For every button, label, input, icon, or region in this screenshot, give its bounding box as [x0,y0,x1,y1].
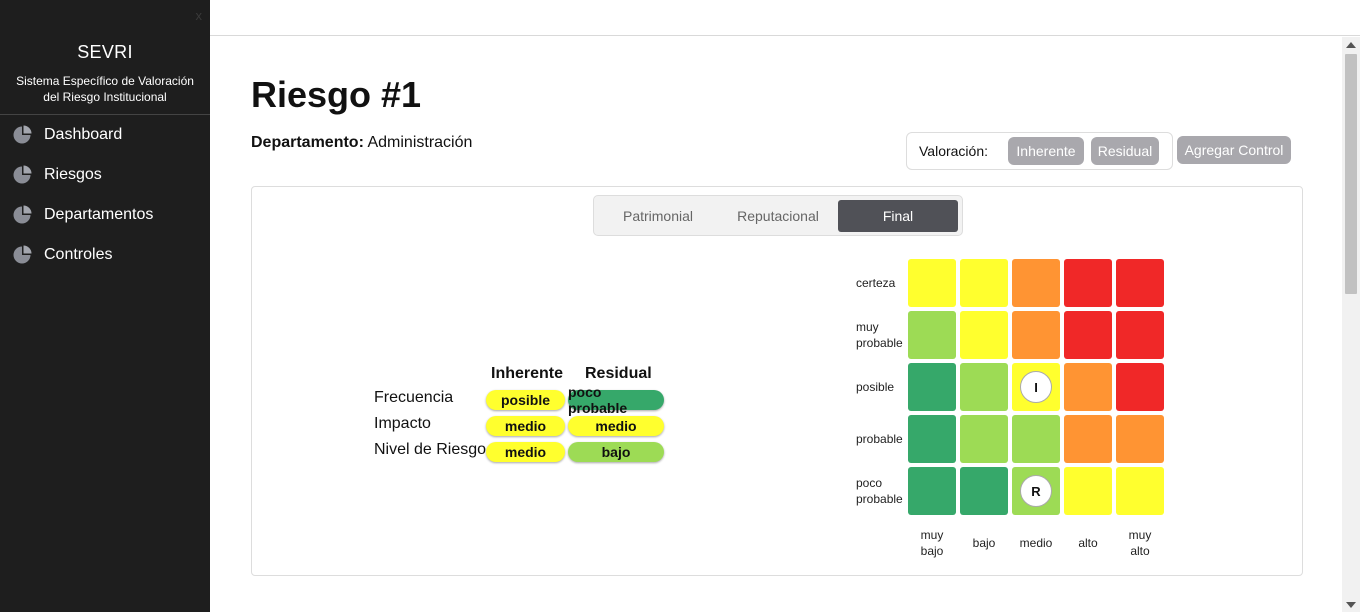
sidebar-item-departamentos[interactable]: Departamentos [0,195,210,235]
valoracion-label: Valoración: [919,143,989,159]
sidebar-item-label: Departamentos [44,206,154,223]
matrix-cell [1064,467,1112,515]
risk-type-tabs: Patrimonial Reputacional Final [593,195,963,236]
top-bar [210,0,1360,36]
sidebar-item-label: Controles [44,246,113,263]
app-title: SEVRI [77,42,133,62]
valoracion-toggle: Valoración: Inherente Residual [906,132,1173,170]
summary-header-residual: Residual [585,365,652,382]
scroll-up-arrow-icon[interactable] [1346,42,1356,48]
page-title: Riesgo #1 [251,74,422,115]
inherente-value-badge: medio [486,442,565,462]
matrix-cell [1116,363,1164,411]
inherente-value-badge: medio [486,416,565,436]
matrix-cell [1116,415,1164,463]
matrix-cell [1064,259,1112,307]
tab-final[interactable]: Final [838,200,958,232]
matrix-cell [908,259,956,307]
residual-button[interactable]: Residual [1091,137,1159,165]
add-control-button[interactable]: Agregar Control [1177,136,1291,164]
risk-card: Patrimonial Reputacional Final Inherente… [251,186,1303,576]
summary-row-label: Frecuencia [374,389,454,406]
residual-value-badge: medio [568,416,664,436]
sidebar: x SEVRI Sistema Específico de Valoración… [0,0,210,612]
tab-patrimonial[interactable]: Patrimonial [598,200,718,232]
inherente-value-badge: posible [486,390,565,410]
matrix-cell [908,467,956,515]
summary-row-label: Nivel de Riesgo [374,441,487,458]
department-line: Departamento: Administración [251,134,472,152]
matrix-row-label: poco probable [856,476,903,506]
matrix-cell [908,415,956,463]
pie-chart-icon [12,165,32,185]
department-value: Administración [367,134,473,151]
matrix-row-label: probable [856,432,903,446]
residual-risk-marker: R [1020,475,1052,507]
inherent-risk-marker: I [1020,371,1052,403]
sidebar-item-label: Riesgos [44,166,102,183]
summary-row-label: Impacto [374,415,431,432]
matrix-row-label: posible [856,380,895,394]
scroll-thumb[interactable] [1345,54,1357,294]
matrix-cell [1116,467,1164,515]
summary-header-inherente: Inherente [491,365,564,382]
scroll-down-arrow-icon[interactable] [1346,602,1356,608]
matrix-cell [1116,259,1164,307]
vertical-scrollbar[interactable] [1342,37,1360,612]
matrix-cell [1012,259,1060,307]
sidebar-item-riesgos[interactable]: Riesgos [0,155,210,195]
matrix-cell [1064,415,1112,463]
matrix-cell [960,259,1008,307]
matrix-cell [960,311,1008,359]
matrix-cell: R [1012,467,1060,515]
matrix-cell [960,415,1008,463]
sidebar-brand: SEVRI Sistema Específico de Valoración d… [0,0,210,115]
sidebar-nav: Dashboard Riesgos Departamentos Controles [0,115,210,275]
matrix-row-label: muy probable [856,320,903,350]
residual-value-badge: bajo [568,442,664,462]
app-subtitle: Sistema Específico de Valoración del Rie… [16,74,194,104]
matrix-column-label: muy bajo [920,528,944,558]
sidebar-item-controles[interactable]: Controles [0,235,210,275]
sidebar-item-dashboard[interactable]: Dashboard [0,115,210,155]
matrix-cell [1012,311,1060,359]
matrix-cell [1064,363,1112,411]
matrix-cell: I [1012,363,1060,411]
matrix-column-label: muy alto [1128,528,1152,558]
tab-reputacional[interactable]: Reputacional [718,200,838,232]
matrix-row-label: certeza [856,276,896,290]
department-label: Departamento: [251,134,364,151]
residual-value-badge: poco probable [568,384,664,416]
matrix-column-label: medio [1019,536,1053,550]
pie-chart-icon [12,205,32,225]
matrix-cell [1116,311,1164,359]
sidebar-item-label: Dashboard [44,126,123,143]
matrix-column-label: bajo [972,536,996,550]
matrix-column-label: alto [1078,536,1098,550]
matrix-cell [908,363,956,411]
matrix-cell [1064,311,1112,359]
matrix-cell [1012,415,1060,463]
inherente-button[interactable]: Inherente [1008,137,1084,165]
matrix-cell [908,311,956,359]
pie-chart-icon [12,125,32,145]
matrix-cell [960,467,1008,515]
matrix-cell [960,363,1008,411]
close-sidebar-button[interactable]: x [196,8,203,23]
pie-chart-icon [12,245,32,265]
